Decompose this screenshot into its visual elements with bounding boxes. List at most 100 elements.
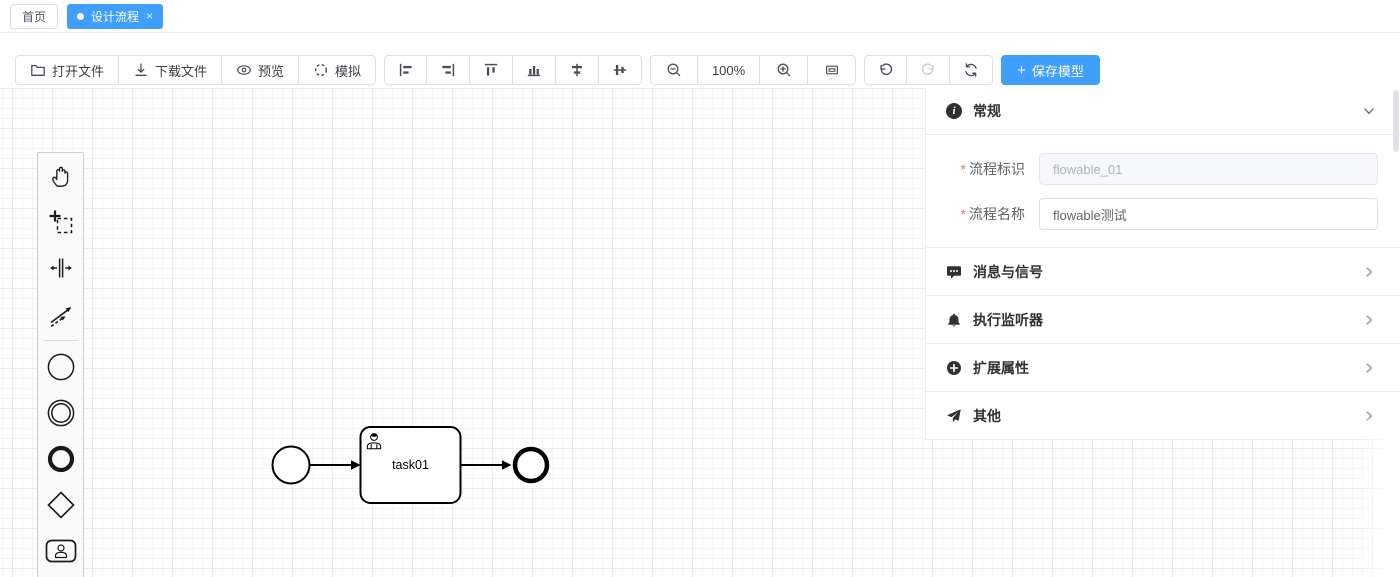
save-model-label: 保存模型	[1032, 61, 1084, 80]
zoom-in-icon	[776, 62, 792, 78]
global-connect-tool[interactable]	[38, 291, 83, 337]
chevron-right-icon	[1362, 361, 1376, 375]
preview-button[interactable]: 预览	[222, 55, 299, 85]
folder-icon	[30, 62, 46, 78]
hand-tool[interactable]	[38, 153, 83, 199]
section-other[interactable]: 其他	[926, 392, 1400, 439]
user-task-icon	[45, 538, 77, 564]
align-right-icon	[440, 62, 456, 78]
general-section-header[interactable]: i 常规	[926, 88, 1400, 134]
download-file-label: 下载文件	[155, 61, 207, 80]
align-center-vertical-icon	[612, 62, 628, 78]
process-id-label: 流程标识	[969, 161, 1025, 177]
align-center-vertical-button[interactable]	[599, 55, 642, 85]
create-user-task[interactable]	[38, 528, 83, 574]
align-left-button[interactable]	[384, 55, 427, 85]
align-center-horizontal-icon	[569, 62, 585, 78]
zoom-level-button[interactable]: 100%	[698, 55, 760, 85]
vertical-scrollbar[interactable]	[1393, 90, 1399, 152]
chevron-right-icon	[1362, 265, 1376, 279]
space-tool-icon	[48, 255, 74, 281]
info-icon: i	[946, 103, 962, 119]
open-file-button[interactable]: 打开文件	[15, 55, 119, 85]
intermediate-event-icon	[46, 398, 76, 428]
download-file-button[interactable]: 下载文件	[119, 55, 222, 85]
bpmn-designer-page: 首页 设计流程 × 打开文件 下载文件	[0, 0, 1400, 577]
refresh-icon	[963, 62, 979, 78]
space-tool[interactable]	[38, 245, 83, 291]
general-section-title: 常规	[973, 101, 1001, 121]
create-gateway[interactable]	[38, 482, 83, 528]
zoom-button-group: 100%	[650, 55, 856, 85]
user-task-shape[interactable]: task01	[361, 427, 461, 503]
fit-viewport-button[interactable]	[808, 55, 856, 85]
plus-icon: +	[1017, 63, 1026, 78]
section-messages-signals-label: 消息与信号	[973, 262, 1043, 282]
sequence-flow-2[interactable]	[462, 460, 512, 470]
dashed-circle-icon	[313, 62, 329, 78]
eye-icon	[236, 62, 252, 78]
connect-icon	[48, 301, 74, 327]
sequence-flow-1[interactable]	[311, 460, 361, 470]
process-name-input[interactable]	[1039, 198, 1378, 230]
section-execution-listeners[interactable]: 执行监听器	[926, 296, 1400, 343]
process-name-label-wrap: *流程名称	[926, 204, 1039, 224]
start-event-shape[interactable]	[273, 447, 310, 484]
toolbar-header: 打开文件 下载文件 预览	[0, 33, 1400, 88]
zoom-level-value: 100%	[712, 63, 745, 78]
undo-button[interactable]	[864, 55, 907, 85]
section-other-label: 其他	[973, 406, 1001, 426]
align-bottom-button[interactable]	[513, 55, 556, 85]
simulate-button[interactable]: 模拟	[299, 55, 376, 85]
align-bottom-icon	[526, 62, 542, 78]
history-button-group	[864, 55, 993, 85]
simulate-label: 模拟	[335, 61, 361, 80]
zoom-in-button[interactable]	[760, 55, 808, 85]
lasso-icon	[48, 209, 74, 235]
end-event-shape[interactable]	[515, 449, 547, 481]
message-icon	[946, 264, 962, 280]
file-button-group: 打开文件 下载文件 预览	[15, 55, 376, 85]
bell-icon	[946, 312, 962, 328]
element-palette	[37, 152, 84, 577]
tab-design-process[interactable]: 设计流程 ×	[67, 4, 163, 29]
align-top-icon	[483, 62, 499, 78]
close-tab-icon[interactable]: ×	[146, 10, 153, 22]
chevron-right-icon	[1362, 409, 1376, 423]
redo-icon	[920, 62, 936, 78]
section-extended-attributes[interactable]: 扩展属性	[926, 344, 1400, 391]
zoom-out-button[interactable]	[650, 55, 698, 85]
create-end-event[interactable]	[38, 436, 83, 482]
active-dot-icon	[77, 13, 84, 20]
process-id-row: *流程标识	[926, 153, 1378, 185]
divider	[926, 439, 1400, 440]
create-start-event[interactable]	[38, 344, 83, 390]
lasso-tool[interactable]	[38, 199, 83, 245]
undo-icon	[878, 62, 894, 78]
properties-panel: i 常规 *流程标识 *流程名称	[925, 88, 1400, 440]
tab-design-process-label: 设计流程	[91, 8, 139, 25]
process-name-row: *流程名称	[926, 198, 1378, 230]
align-center-horizontal-button[interactable]	[556, 55, 599, 85]
palette-separator	[43, 340, 78, 341]
process-name-label: 流程名称	[969, 206, 1025, 222]
fit-viewport-icon	[824, 62, 840, 78]
align-right-button[interactable]	[427, 55, 470, 85]
zoom-out-icon	[666, 62, 682, 78]
save-model-button[interactable]: + 保存模型	[1001, 55, 1100, 85]
open-file-label: 打开文件	[52, 61, 104, 80]
section-messages-signals[interactable]: 消息与信号	[926, 248, 1400, 295]
tab-home-label: 首页	[22, 8, 46, 25]
refresh-button[interactable]	[950, 55, 993, 85]
create-intermediate-event[interactable]	[38, 390, 83, 436]
tab-home[interactable]: 首页	[10, 4, 58, 29]
align-button-group	[384, 55, 642, 85]
align-top-button[interactable]	[470, 55, 513, 85]
tab-bar: 首页 设计流程 ×	[0, 0, 1400, 33]
redo-button[interactable]	[907, 55, 950, 85]
chevron-down-icon	[1362, 104, 1376, 118]
section-extended-attributes-label: 扩展属性	[973, 358, 1029, 378]
download-icon	[133, 62, 149, 78]
general-form: *流程标识 *流程名称	[926, 135, 1400, 247]
toolbar: 打开文件 下载文件 预览	[15, 55, 1100, 85]
